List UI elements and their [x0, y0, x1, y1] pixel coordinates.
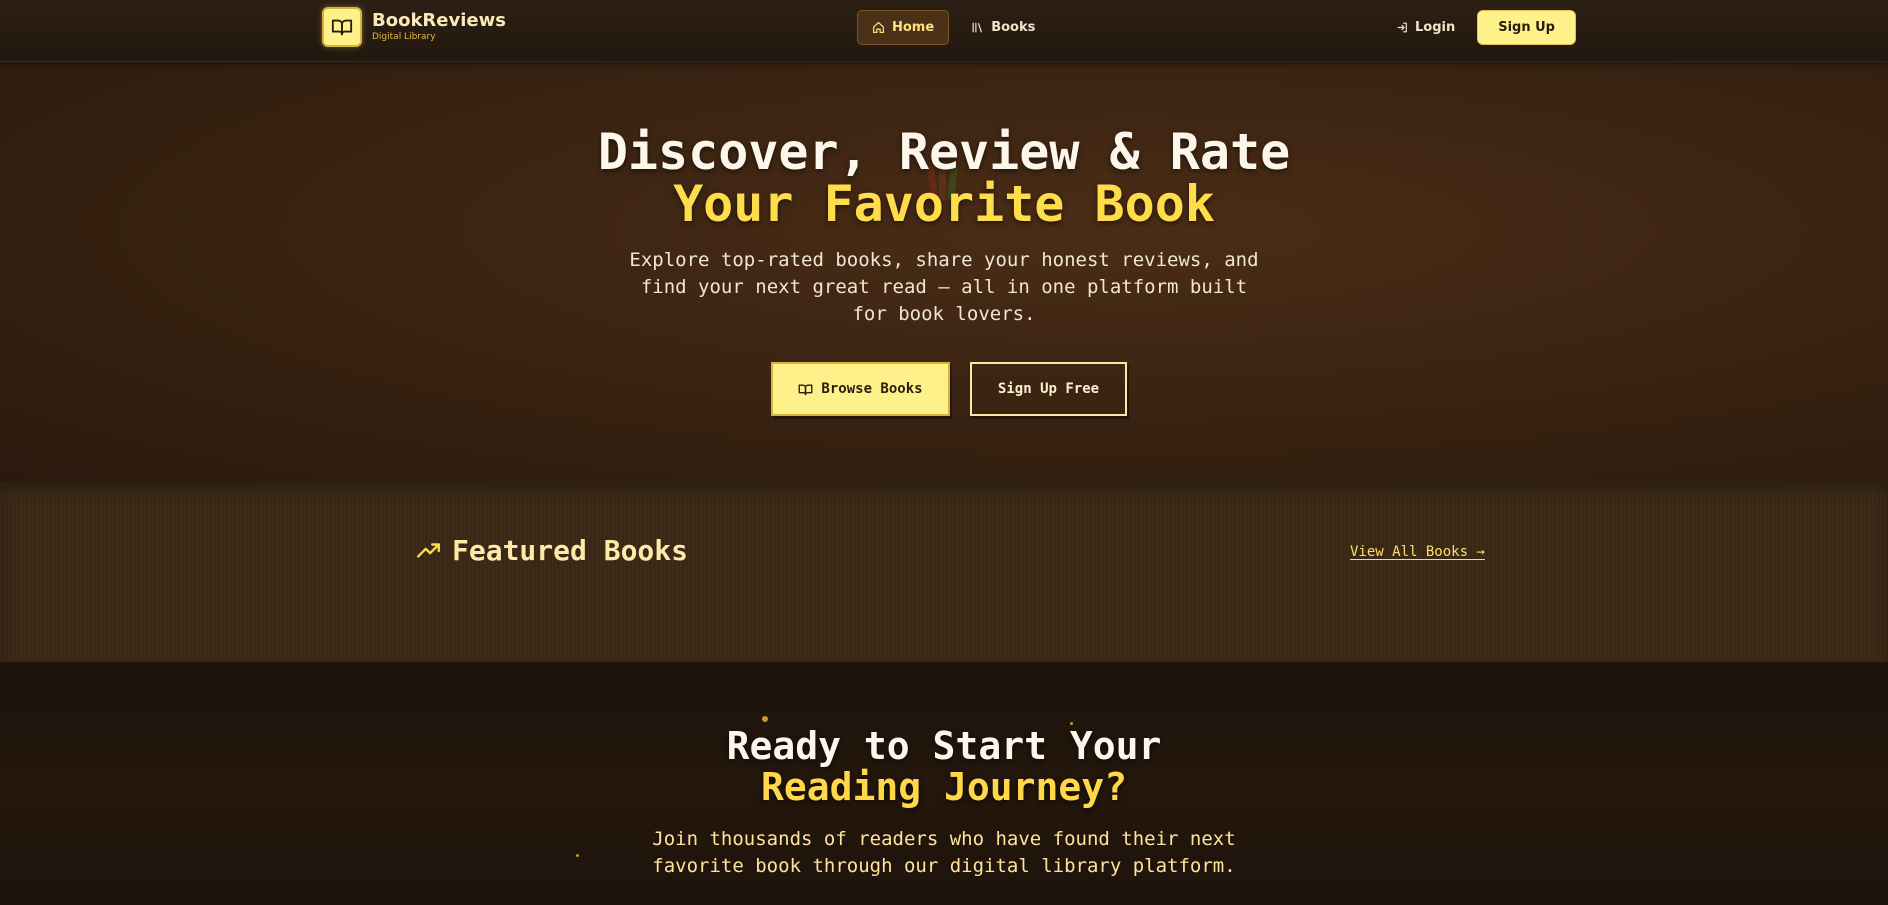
- nav-books-label: Books: [991, 20, 1036, 35]
- hero-title-line2: Your Favorite Book: [673, 175, 1215, 233]
- auth-actions: Login Sign Up: [1396, 10, 1576, 45]
- cta-section: Ready to Start Your Reading Journey? Joi…: [0, 662, 1888, 905]
- hero-title: Discover, Review & Rate Your Favorite Bo…: [0, 126, 1888, 230]
- nav-home-label: Home: [892, 20, 935, 35]
- browse-books-label: Browse Books: [821, 381, 923, 397]
- view-all-books-link[interactable]: View All Books →: [1350, 544, 1485, 560]
- featured-title: Featured Books: [452, 534, 689, 567]
- top-navbar: BookReviews Digital Library Home Books L…: [0, 0, 1888, 62]
- brand-tagline: Digital Library: [372, 32, 436, 42]
- signup-free-button[interactable]: Sign Up Free: [970, 362, 1127, 416]
- login-label: Login: [1414, 20, 1456, 35]
- hero-title-line1: Discover, Review & Rate: [597, 123, 1291, 181]
- nav-books-link[interactable]: Books: [957, 10, 1049, 45]
- main-nav: Home Books: [857, 10, 1049, 45]
- featured-heading: Featured Books: [416, 534, 688, 567]
- cta-title-line1: Ready to Start Your: [726, 724, 1162, 768]
- login-icon: [1397, 22, 1407, 33]
- decorative-dot: [576, 854, 579, 857]
- home-icon: [873, 22, 884, 33]
- open-book-icon: [798, 383, 813, 395]
- cta-title: Ready to Start Your Reading Journey?: [0, 726, 1888, 808]
- open-book-icon: [322, 7, 362, 47]
- cta-title-line2: Reading Journey?: [760, 765, 1128, 809]
- signup-button[interactable]: Sign Up: [1477, 10, 1576, 45]
- nav-home-link[interactable]: Home: [857, 10, 950, 45]
- login-link[interactable]: Login: [1396, 20, 1455, 35]
- browse-books-button[interactable]: Browse Books: [771, 362, 950, 416]
- decorative-dot: [762, 716, 768, 722]
- cta-subtitle: Join thousands of readers who have found…: [652, 828, 1236, 877]
- hero-subtitle: Explore top-rated books, share your hone…: [629, 249, 1259, 325]
- library-icon: [972, 22, 983, 33]
- brand-name: BookReviews: [372, 10, 506, 31]
- brand[interactable]: BookReviews Digital Library: [322, 7, 506, 47]
- trending-up-icon: [416, 542, 440, 558]
- hero-actions: Browse Books Sign Up Free: [771, 362, 1127, 416]
- featured-section: Featured Books View All Books →: [0, 482, 1888, 662]
